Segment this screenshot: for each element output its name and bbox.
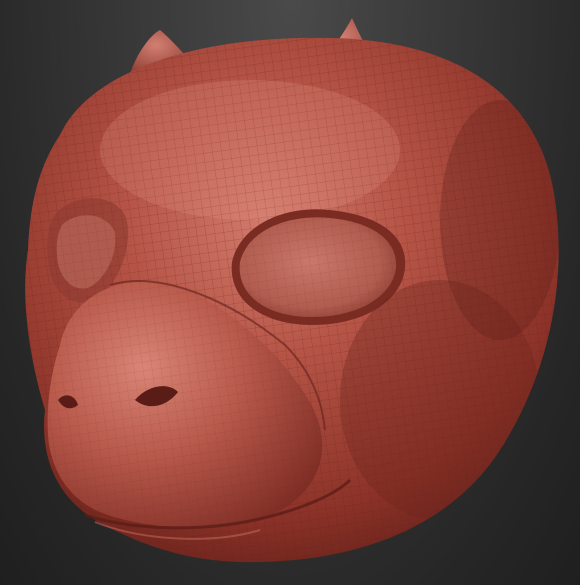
sculpt-viewport bbox=[0, 0, 580, 585]
creature-head-render bbox=[25, 18, 559, 563]
